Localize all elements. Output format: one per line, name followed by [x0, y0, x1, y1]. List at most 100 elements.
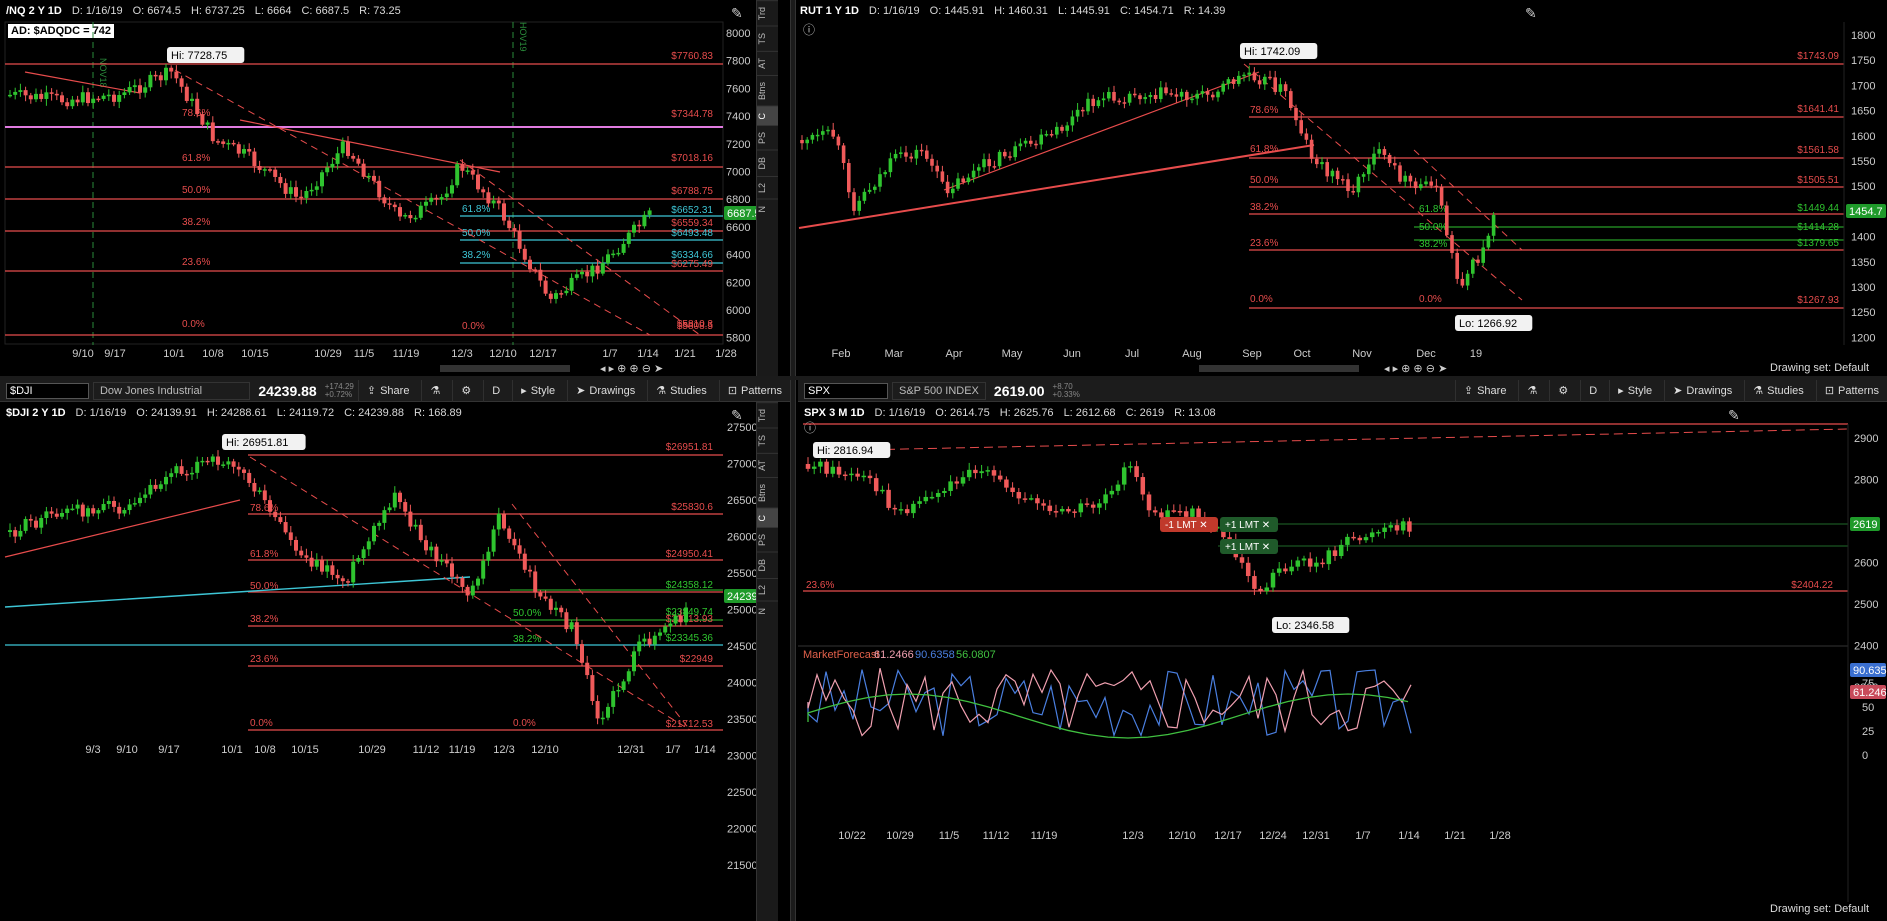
dji-gear-button[interactable]: ⚙: [452, 379, 479, 402]
side-tab-btns[interactable]: Btns: [756, 476, 778, 508]
spx-fib-pct: 23.6%: [806, 580, 834, 591]
side-tab-n[interactable]: N: [756, 600, 778, 621]
spx-studies-button[interactable]: ⚗ Studies: [1744, 379, 1812, 402]
dji-candle: [23, 518, 28, 531]
spx-y-tick: 2800: [1854, 475, 1878, 487]
nq-fib-pct: 50.0%: [182, 185, 210, 196]
nq-plot-frame: [4, 21, 724, 345]
spx-patterns-button[interactable]: ⊡ Patterns: [1815, 379, 1887, 402]
dji-pencil-icon: ✎: [731, 407, 743, 423]
spx-candle: [1345, 536, 1350, 545]
dji-style-button[interactable]: ▸ Style: [512, 379, 563, 402]
nq-candle: [34, 93, 38, 100]
dji-share-button[interactable]: ⇪ Share: [357, 379, 418, 402]
side-tab-trd[interactable]: Trd: [756, 0, 778, 27]
dji-symbol-input[interactable]: $DJI: [6, 382, 89, 399]
side-tab-btns[interactable]: Btns: [756, 74, 778, 106]
dji-candle: [309, 557, 314, 567]
nq-candle: [444, 193, 449, 198]
rut-candle: [1164, 87, 1168, 94]
spx-mf-y-tick: 25: [1862, 726, 1874, 738]
side-tab-ts[interactable]: TS: [756, 428, 778, 453]
dji-candle: [554, 607, 558, 610]
nq-chart-canvas[interactable]: 8000 7800 7600 7400 7200 7000 6800 6600 6400 6200…: [0, 0, 756, 378]
side-tab-ps[interactable]: PS: [756, 125, 778, 151]
spx-candle: [842, 474, 848, 477]
horizontal-splitter[interactable]: [0, 376, 1887, 380]
spx-chart-canvas[interactable]: ⓘ290028002700260025002400230023.6%$2404.…: [798, 402, 1887, 921]
rut-candle: [852, 192, 856, 211]
side-tab-ts[interactable]: TS: [756, 26, 778, 51]
rut-candle: [1190, 98, 1194, 101]
dji-chart-canvas[interactable]: 27500 27000 26500 26000 25500 25000 24500 24000…: [0, 402, 756, 921]
spx-share-button[interactable]: ⇪ Share: [1454, 379, 1515, 402]
dji-candle: [517, 545, 522, 554]
spx-x-tick: 1/14: [1398, 830, 1419, 842]
rut-candle: [1460, 278, 1465, 286]
dji-period-button[interactable]: D: [483, 379, 508, 402]
dji-y-tick: 22500: [727, 787, 756, 799]
flask-icon: ⚗: [1753, 385, 1764, 397]
spx-style-button[interactable]: ▸ Style: [1609, 379, 1660, 402]
nq-x-tick: 11/19: [393, 348, 420, 360]
spx-candle: [1159, 512, 1164, 518]
rut-drawing-set[interactable]: Drawing set: Default: [1770, 362, 1869, 374]
dji-candle: [366, 541, 371, 550]
side-tab-at[interactable]: AT: [756, 50, 778, 75]
spx-candle: [1171, 510, 1177, 512]
nq-chart-pane[interactable]: /NQ 2 Y 1D D: 1/16/19 O: 6674.5 H: 6737.…: [0, 0, 778, 378]
side-tab-db[interactable]: DB: [756, 552, 778, 578]
dji-studies-button[interactable]: ⚗ Studies: [647, 379, 715, 402]
rut-x-tick: Jun: [1063, 348, 1081, 360]
spx-candle: [1394, 525, 1400, 531]
nq-candle: [600, 263, 605, 274]
rut-chart-canvas[interactable]: ⓘ180017501700165016001550150014501400135…: [794, 0, 1887, 378]
spx-candle: [917, 501, 922, 504]
dji-flask-button[interactable]: ⚗: [421, 379, 448, 402]
rut-chart-pane[interactable]: RUT 1 Y 1D D: 1/16/19 O: 1445.91 H: 1460…: [794, 0, 1887, 378]
dji-patterns-button[interactable]: ⊡ Patterns: [718, 379, 790, 402]
nq-candle: [486, 192, 491, 204]
spx-candle: [1121, 467, 1127, 485]
nq-candle: [585, 271, 590, 277]
side-tab-db[interactable]: DB: [756, 150, 778, 176]
rut-candle: [1455, 252, 1459, 279]
dji-candle: [528, 569, 532, 572]
side-tab-ps[interactable]: PS: [756, 527, 778, 553]
spx-chart-pane[interactable]: SPX 3 M 1D D: 1/16/19 O: 2614.75 H: 2625…: [798, 402, 1887, 921]
nq-candle: [626, 232, 631, 244]
dji-chart-pane[interactable]: $DJI 2 Y 1D D: 1/16/19 O: 24139.91 H: 24…: [0, 402, 778, 921]
spx-drawing-set[interactable]: Drawing set: Default: [1770, 903, 1869, 915]
spx-symbol-input[interactable]: SPX: [804, 382, 888, 399]
side-tab-trd[interactable]: Trd: [756, 402, 778, 429]
side-tab-n[interactable]: N: [756, 198, 778, 219]
dji-candle: [392, 492, 397, 508]
spx-flask-button[interactable]: ⚗: [1518, 379, 1545, 402]
rut-candle: [1195, 93, 1199, 99]
spx-drawings-button[interactable]: ➤ Drawings: [1664, 379, 1740, 402]
side-tab-at[interactable]: AT: [756, 452, 778, 477]
dji-y-tick: 21500: [727, 860, 756, 872]
side-tab-c[interactable]: C: [756, 105, 778, 126]
spx-candle: [1078, 503, 1084, 513]
dji-candle: [465, 586, 470, 596]
dji-candle: [668, 623, 673, 627]
nq-candle: [112, 94, 116, 102]
side-tab-l2[interactable]: L2: [756, 175, 778, 199]
spx-gear-button[interactable]: ⚙: [1549, 379, 1576, 402]
nq-candle: [559, 293, 564, 295]
spx-candle: [1369, 532, 1375, 538]
nq-candle: [65, 102, 70, 107]
vertical-splitter[interactable]: [790, 0, 796, 921]
spx-candle: [1041, 503, 1046, 506]
side-tab-c[interactable]: C: [756, 507, 778, 528]
dji-candle: [335, 574, 340, 579]
dji-candle: [678, 615, 683, 623]
dji-drawings-button[interactable]: ➤ Drawings: [567, 379, 643, 402]
spx-y-tick: 2400: [1854, 641, 1878, 653]
rut-candle: [1226, 79, 1231, 84]
spx-candle: [1115, 484, 1121, 491]
spx-x-tick: 1/21: [1444, 830, 1465, 842]
spx-period-button[interactable]: D: [1580, 379, 1605, 402]
side-tab-l2[interactable]: L2: [756, 577, 778, 601]
